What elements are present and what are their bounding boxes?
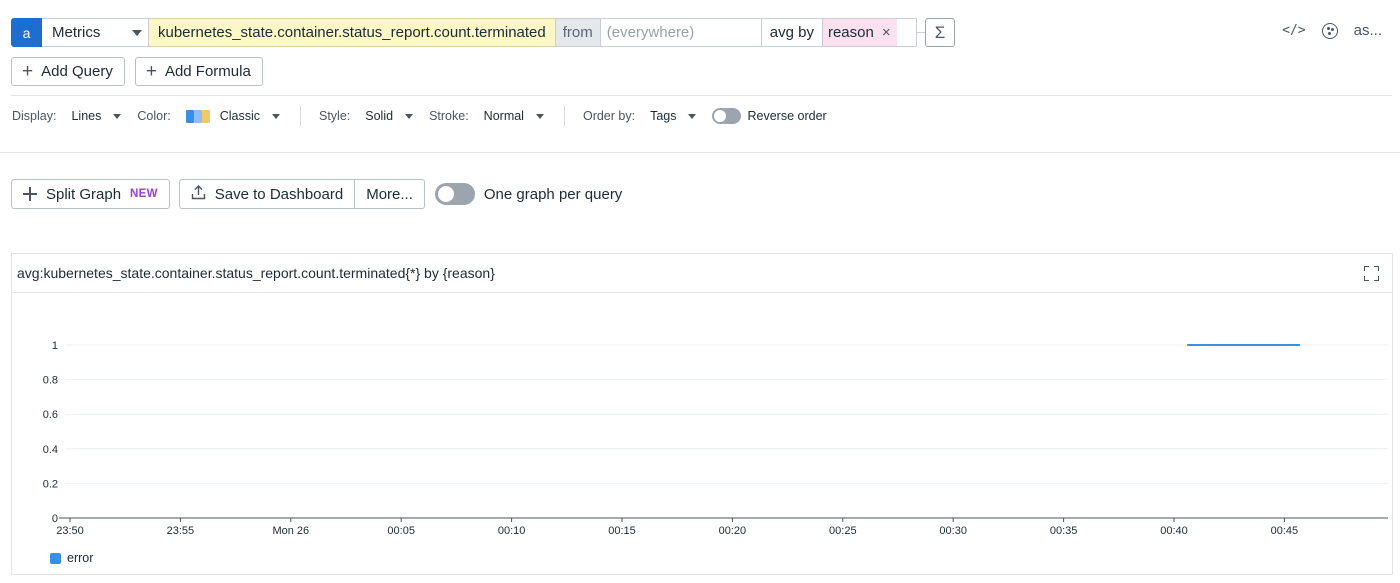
aggregation-select[interactable]: avg by	[761, 18, 822, 47]
more-button[interactable]: More...	[355, 179, 425, 209]
one-graph-per-query-label: One graph per query	[483, 185, 623, 203]
color-label: Color:	[137, 109, 171, 123]
x-tick-label: 00:10	[498, 525, 526, 537]
save-to-dashboard-label: Save to Dashboard	[214, 185, 344, 203]
order-by-value: Tags	[650, 109, 677, 123]
add-formula-label: Add Formula	[164, 63, 251, 80]
graph-title: avg:kubernetes_state.container.status_re…	[12, 254, 1392, 293]
y-tick-label: 0	[52, 513, 58, 525]
expand-icon[interactable]	[1364, 266, 1379, 281]
separator	[300, 106, 301, 126]
metric-input[interactable]: kubernetes_state.container.status_report…	[149, 18, 556, 47]
upload-icon	[191, 184, 206, 204]
add-query-label: Add Query	[41, 63, 113, 80]
display-select[interactable]: Lines	[71, 109, 122, 123]
divider	[11, 95, 1392, 96]
more-options-text[interactable]: as...	[1354, 22, 1382, 39]
y-tick-label: 0.4	[43, 444, 58, 456]
legend-swatch	[50, 552, 61, 564]
data-source-label: Metrics	[52, 24, 101, 41]
y-tick-label: 0.8	[43, 375, 58, 387]
stroke-value: Normal	[483, 109, 524, 123]
save-to-dashboard-button[interactable]: Save to Dashboard	[178, 179, 356, 209]
y-tick-label: 1	[52, 340, 58, 352]
x-tick-label: Mon 26	[272, 525, 309, 537]
stroke-label: Stroke:	[429, 109, 469, 123]
style-label: Style:	[319, 109, 351, 123]
x-tick-label: 00:35	[1050, 525, 1078, 537]
code-icon[interactable]: </>	[1282, 23, 1305, 38]
connector-line	[916, 18, 925, 33]
group-by-field[interactable]: reason ×	[821, 18, 917, 47]
stroke-select[interactable]: Normal	[484, 109, 544, 123]
new-badge: NEW	[130, 188, 158, 200]
function-sigma-button[interactable]: Σ	[924, 18, 955, 47]
display-value: Lines	[71, 109, 102, 123]
scope-input[interactable]: (everywhere)	[599, 18, 762, 47]
query-row: a Metrics kubernetes_state.container.sta…	[11, 18, 955, 47]
display-label: Display:	[12, 109, 57, 123]
data-source-select[interactable]: Metrics	[42, 18, 149, 47]
chevron-down-icon	[272, 113, 280, 119]
x-tick-label: 23:55	[167, 525, 195, 537]
separator	[563, 106, 565, 126]
display-options-row: Display: Lines Color: Classic Style: Sol…	[12, 106, 827, 126]
x-tick-label: 00:40	[1160, 525, 1188, 537]
add-buttons-row: + Add Query + Add Formula	[11, 57, 263, 86]
query-letter-badge[interactable]: a	[11, 18, 42, 47]
order-by-label: Order by:	[582, 109, 636, 123]
x-tick-label: 00:45	[1271, 525, 1299, 537]
x-tick-label: 00:15	[608, 525, 636, 537]
reverse-order-toggle[interactable]	[712, 108, 742, 124]
chevron-down-icon	[132, 29, 142, 36]
x-tick-label: 00:25	[829, 525, 857, 537]
graph-panel: avg:kubernetes_state.container.status_re…	[11, 253, 1393, 575]
line-chart[interactable]: 0 0.2 0.4 0.6 0.8 1 23:50 23:55 Mon 26 00:05 00:10…	[12, 294, 1392, 544]
x-tick-label: 00:30	[939, 525, 967, 537]
y-tick-label: 0.2	[43, 478, 58, 490]
one-graph-per-query-toggle[interactable]	[434, 183, 475, 205]
color-palette-swatch	[185, 109, 210, 123]
graph-actions-row: Split Graph NEW Save to Dashboard More..…	[11, 179, 622, 209]
reverse-order-label: Reverse order	[747, 109, 827, 123]
color-value: Classic	[219, 109, 260, 123]
x-tick-label: 00:05	[387, 525, 415, 537]
style-value: Solid	[365, 109, 394, 123]
group-by-tag[interactable]: reason ×	[822, 19, 897, 46]
legend-label[interactable]: error	[67, 551, 93, 565]
y-tick-label: 0.6	[43, 409, 58, 421]
plus-icon: +	[145, 61, 157, 82]
chevron-down-icon	[113, 113, 122, 119]
x-tick-label: 23:50	[56, 525, 84, 537]
split-grid-icon	[23, 187, 37, 201]
plus-icon: +	[22, 61, 34, 82]
color-select[interactable]: Classic	[185, 109, 280, 123]
add-formula-button[interactable]: + Add Formula	[134, 57, 263, 86]
chevron-down-icon	[688, 113, 697, 119]
split-graph-label: Split Graph	[46, 185, 122, 203]
order-by-select[interactable]: Tags	[650, 109, 697, 123]
split-graph-button[interactable]: Split Graph NEW	[11, 179, 170, 209]
chevron-down-icon	[535, 113, 544, 119]
close-icon[interactable]: ×	[882, 24, 891, 41]
from-label: from	[555, 18, 600, 47]
chart-legend: error	[50, 551, 93, 565]
chevron-down-icon	[405, 113, 414, 119]
style-select[interactable]: Solid	[365, 109, 414, 123]
top-right-toolbar: </> as...	[1282, 22, 1382, 39]
divider	[0, 152, 1400, 153]
add-query-button[interactable]: + Add Query	[11, 57, 125, 86]
x-tick-label: 00:20	[719, 525, 747, 537]
group-by-tag-label: reason	[827, 24, 874, 41]
palette-icon[interactable]	[1321, 22, 1338, 39]
